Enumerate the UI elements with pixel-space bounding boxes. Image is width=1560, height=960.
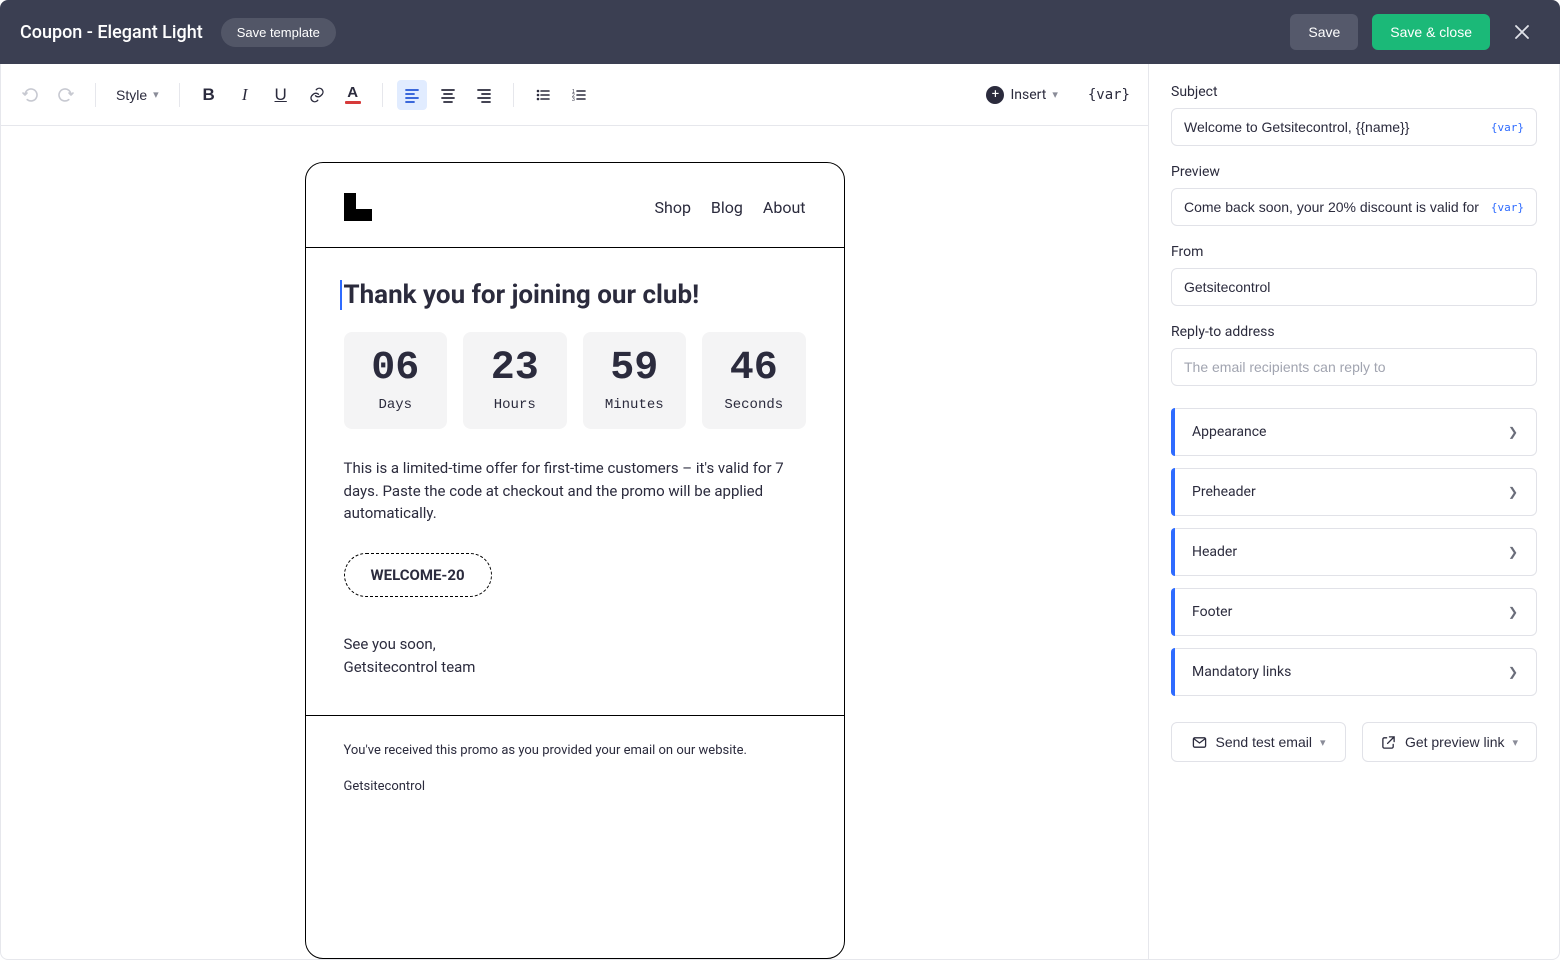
section-appearance-label: Appearance [1192, 424, 1266, 440]
subject-label: Subject [1171, 84, 1537, 100]
email-signoff-line2[interactable]: Getsitecontrol team [344, 656, 806, 679]
from-label: From [1171, 244, 1537, 260]
envelope-icon [1191, 734, 1207, 750]
number-list-button[interactable]: 123 [564, 80, 594, 110]
align-center-icon [440, 87, 456, 103]
text-color-icon: A [345, 85, 361, 104]
nav-link-blog[interactable]: Blog [711, 198, 743, 217]
countdown-hours-label: Hours [494, 397, 536, 413]
countdown-seconds-value: 46 [730, 346, 778, 391]
number-list-icon: 123 [571, 87, 587, 103]
chevron-right-icon: ❯ [1508, 545, 1518, 559]
align-right-icon [476, 87, 492, 103]
preview-link-label: Get preview link [1405, 734, 1505, 750]
chevron-right-icon: ❯ [1508, 485, 1518, 499]
countdown-seconds-label: Seconds [724, 397, 783, 413]
section-preheader[interactable]: Preheader ❯ [1171, 468, 1537, 516]
section-appearance[interactable]: Appearance ❯ [1171, 408, 1537, 456]
reply-to-input[interactable] [1184, 359, 1524, 375]
chevron-down-icon: ▾ [153, 88, 159, 101]
topbar: Coupon - Elegant Light Save template Sav… [0, 0, 1560, 64]
send-test-label: Send test email [1215, 734, 1312, 750]
insert-label: Insert [1010, 87, 1046, 103]
section-preheader-label: Preheader [1192, 484, 1256, 500]
bullet-list-icon [535, 87, 551, 103]
style-label: Style [116, 87, 147, 103]
plus-circle-icon: + [986, 86, 1004, 104]
email-paragraph[interactable]: This is a limited-time offer for first-t… [344, 457, 806, 525]
section-header[interactable]: Header ❯ [1171, 528, 1537, 576]
save-template-button[interactable]: Save template [221, 18, 336, 47]
email-footer-text[interactable]: You've received this promo as you provid… [344, 742, 806, 760]
reply-to-label: Reply-to address [1171, 324, 1537, 340]
editor-canvas[interactable]: Shop Blog About Thank you for joining ou… [1, 126, 1148, 959]
chevron-right-icon: ❯ [1508, 665, 1518, 679]
preview-input[interactable] [1184, 199, 1483, 215]
chevron-right-icon: ❯ [1508, 425, 1518, 439]
italic-button[interactable]: I [230, 80, 260, 110]
chevron-down-icon: ▾ [1513, 736, 1519, 749]
save-button[interactable]: Save [1290, 14, 1358, 50]
insert-dropdown[interactable]: + Insert ▾ [986, 86, 1057, 104]
section-mandatory-links[interactable]: Mandatory links ❯ [1171, 648, 1537, 696]
align-center-button[interactable] [433, 80, 463, 110]
countdown-days-label: Days [378, 397, 412, 413]
align-left-icon [404, 87, 420, 103]
section-footer-label: Footer [1192, 604, 1232, 620]
email-preview: Shop Blog About Thank you for joining ou… [305, 162, 845, 959]
countdown-timer: 06 Days 23 Hours 59 Minutes [344, 332, 806, 429]
align-right-button[interactable] [469, 80, 499, 110]
link-icon [308, 86, 326, 104]
countdown-days-value: 06 [371, 346, 419, 391]
preview-label: Preview [1171, 164, 1537, 180]
nav-link-shop[interactable]: Shop [655, 198, 691, 217]
countdown-seconds: 46 Seconds [702, 332, 806, 429]
email-headline[interactable]: Thank you for joining our club! [340, 280, 806, 310]
countdown-minutes: 59 Minutes [583, 332, 687, 429]
countdown-hours-value: 23 [491, 346, 539, 391]
chevron-down-icon: ▾ [1052, 88, 1058, 101]
redo-icon [57, 86, 75, 104]
undo-icon [21, 86, 39, 104]
link-button[interactable] [302, 80, 332, 110]
countdown-minutes-label: Minutes [605, 397, 664, 413]
brand-logo [344, 193, 372, 221]
from-input[interactable] [1184, 279, 1524, 295]
get-preview-link-button[interactable]: Get preview link ▾ [1362, 722, 1537, 762]
countdown-days: 06 Days [344, 332, 448, 429]
page-title: Coupon - Elegant Light [20, 22, 203, 43]
subject-input[interactable] [1184, 119, 1483, 135]
section-footer[interactable]: Footer ❯ [1171, 588, 1537, 636]
send-test-email-button[interactable]: Send test email ▾ [1171, 722, 1346, 762]
section-mandatory-label: Mandatory links [1192, 664, 1291, 680]
coupon-code[interactable]: WELCOME-20 [344, 553, 492, 597]
settings-sidebar: Subject {var} Preview {var} From [1149, 64, 1559, 959]
insert-variable-button[interactable]: {var} [1084, 87, 1134, 103]
countdown-minutes-value: 59 [610, 346, 658, 391]
section-header-label: Header [1192, 544, 1237, 560]
underline-button[interactable]: U [266, 80, 296, 110]
email-nav: Shop Blog About [655, 198, 806, 217]
undo-button[interactable] [15, 80, 45, 110]
align-left-button[interactable] [397, 80, 427, 110]
close-button[interactable] [1504, 14, 1540, 50]
subject-var-button[interactable]: {var} [1491, 121, 1524, 134]
preview-var-button[interactable]: {var} [1491, 201, 1524, 214]
bold-button[interactable]: B [194, 80, 224, 110]
text-color-button[interactable]: A [338, 80, 368, 110]
bullet-list-button[interactable] [528, 80, 558, 110]
email-footer-brand[interactable]: Getsitecontrol [344, 778, 806, 796]
redo-button[interactable] [51, 80, 81, 110]
editor-toolbar: Style ▾ B I U A [1, 64, 1148, 126]
save-close-button[interactable]: Save & close [1372, 14, 1490, 50]
email-signoff-line1[interactable]: See you soon, [344, 633, 806, 656]
nav-link-about[interactable]: About [763, 198, 806, 217]
close-icon [1514, 24, 1530, 40]
chevron-right-icon: ❯ [1508, 605, 1518, 619]
svg-text:3: 3 [572, 97, 575, 103]
chevron-down-icon: ▾ [1320, 736, 1326, 749]
style-dropdown[interactable]: Style ▾ [110, 83, 165, 107]
external-link-icon [1381, 734, 1397, 750]
countdown-hours: 23 Hours [463, 332, 567, 429]
